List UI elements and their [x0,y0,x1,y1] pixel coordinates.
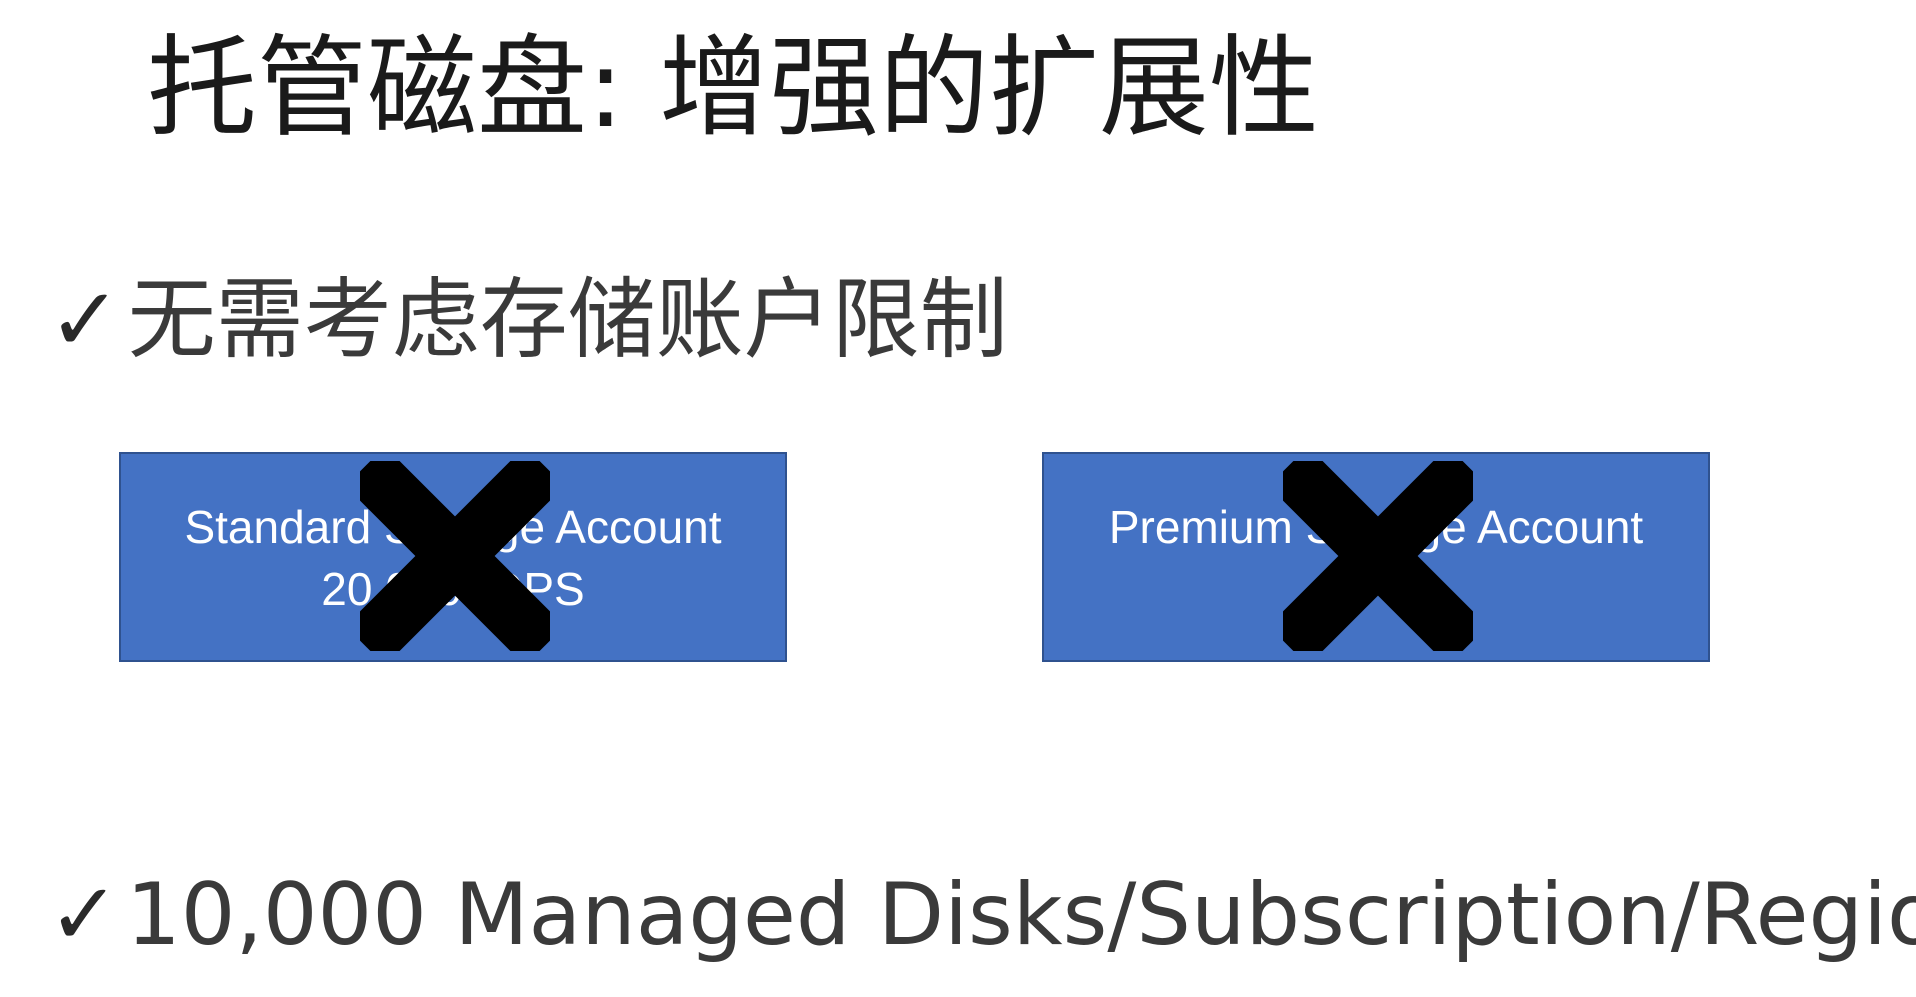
bullet-text: 无需考虑存储账户限制 [127,268,1008,371]
slide-title: 托管磁盘: 增强的扩展性 [147,24,1320,152]
check-icon: ✓ [48,865,121,965]
bullet-managed-disks-limit: ✓10,000 Managed Disks/Subscription/Regio… [48,868,1916,963]
slide: 托管磁盘: 增强的扩展性 ✓无需考虑存储账户限制 Standard Storag… [0,0,1916,997]
bullet-no-storage-account-limits: ✓无需考虑存储账户限制 [48,268,1008,371]
bullet-text: 10,000 Managed Disks/Subscription/Region [126,865,1916,965]
check-icon: ✓ [48,268,122,371]
cross-icon [1283,461,1473,651]
cross-icon [360,461,550,651]
